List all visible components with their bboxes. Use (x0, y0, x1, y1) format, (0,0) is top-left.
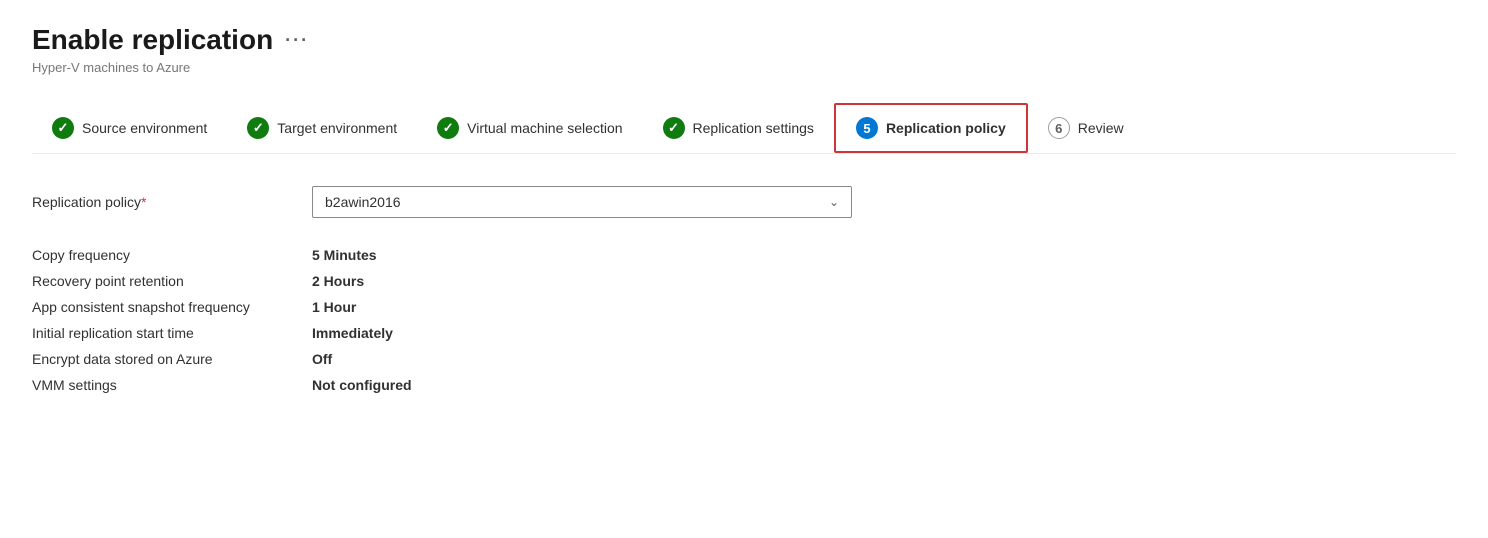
step-item-review[interactable]: 6 Review (1028, 105, 1144, 151)
step-label: Virtual machine selection (467, 120, 622, 136)
page-header: Enable replication ··· Hyper-V machines … (32, 24, 1456, 75)
detail-value: Off (312, 351, 332, 367)
policy-field-row: Replication policy* b2awin2016 ⌄ (32, 186, 1456, 218)
check-icon (663, 117, 685, 139)
check-icon (52, 117, 74, 139)
step-item-target-environment[interactable]: Target environment (227, 105, 417, 151)
step-num-icon: 6 (1048, 117, 1070, 139)
detail-label: VMM settings (32, 377, 312, 393)
detail-value: 5 Minutes (312, 247, 377, 263)
detail-row: Recovery point retention 2 Hours (32, 268, 1456, 294)
detail-row: Encrypt data stored on Azure Off (32, 346, 1456, 372)
step-label: Review (1078, 120, 1124, 136)
policy-dropdown[interactable]: b2awin2016 ⌄ (312, 186, 852, 218)
detail-label: Copy frequency (32, 247, 312, 263)
step-num-icon: 5 (856, 117, 878, 139)
step-item-replication-settings[interactable]: Replication settings (643, 105, 834, 151)
policy-label: Replication policy* (32, 194, 312, 210)
detail-row: App consistent snapshot frequency 1 Hour (32, 294, 1456, 320)
steps-navigation: Source environment Target environment Vi… (32, 103, 1456, 154)
detail-row: Copy frequency 5 Minutes (32, 242, 1456, 268)
step-label: Target environment (277, 120, 397, 136)
detail-value: 2 Hours (312, 273, 364, 289)
step-label: Source environment (82, 120, 207, 136)
detail-label: Initial replication start time (32, 325, 312, 341)
page-subtitle: Hyper-V machines to Azure (32, 60, 1456, 75)
step-label: Replication settings (693, 120, 814, 136)
step-item-replication-policy[interactable]: 5 Replication policy (834, 103, 1028, 153)
detail-value: 1 Hour (312, 299, 356, 315)
detail-label: Encrypt data stored on Azure (32, 351, 312, 367)
policy-dropdown-value: b2awin2016 (325, 194, 401, 210)
detail-value: Immediately (312, 325, 393, 341)
form-section: Replication policy* b2awin2016 ⌄ (32, 186, 1456, 218)
detail-label: Recovery point retention (32, 273, 312, 289)
step-item-virtual-machine-selection[interactable]: Virtual machine selection (417, 105, 642, 151)
detail-value: Not configured (312, 377, 412, 393)
details-section: Copy frequency 5 Minutes Recovery point … (32, 242, 1456, 398)
chevron-down-icon: ⌄ (829, 195, 839, 209)
check-icon (247, 117, 269, 139)
more-options-button[interactable]: ··· (285, 30, 309, 51)
detail-row: Initial replication start time Immediate… (32, 320, 1456, 346)
step-item-source-environment[interactable]: Source environment (32, 105, 227, 151)
detail-row: VMM settings Not configured (32, 372, 1456, 398)
required-indicator: * (141, 194, 146, 210)
page-title: Enable replication (32, 24, 273, 56)
step-label: Replication policy (886, 120, 1006, 136)
detail-label: App consistent snapshot frequency (32, 299, 312, 315)
check-icon (437, 117, 459, 139)
